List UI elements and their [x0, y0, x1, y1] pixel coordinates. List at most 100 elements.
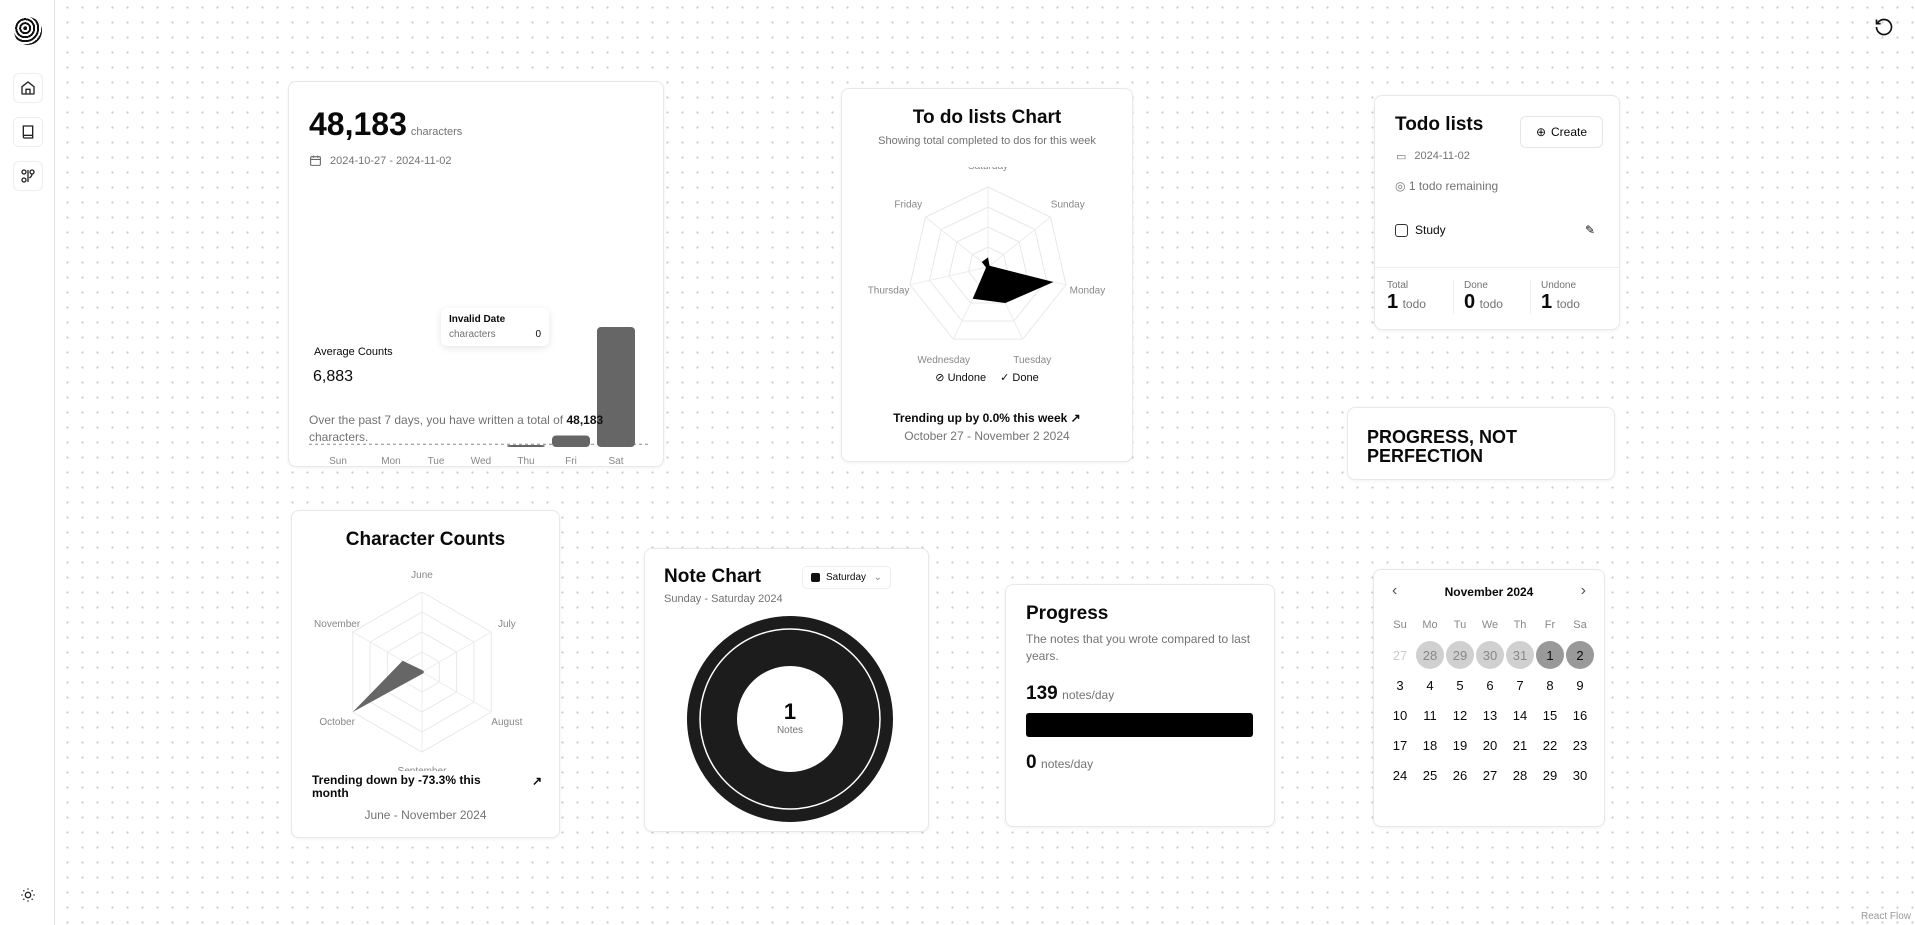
stat-label: Total — [1387, 280, 1409, 291]
logo-icon[interactable] — [14, 17, 42, 45]
calendar-day[interactable]: 7 — [1505, 670, 1535, 700]
todo-checkbox[interactable] — [1395, 223, 1408, 237]
calendar-day[interactable]: 31 — [1505, 640, 1535, 670]
calendar-day[interactable]: 28 — [1415, 640, 1445, 670]
note-chart-card: Note Chart Sunday - Saturday 2024 Saturd… — [644, 548, 929, 832]
calendar-day[interactable]: 1 — [1535, 640, 1565, 670]
todo-label: Study — [1415, 223, 1446, 237]
todo-chart-subtitle: Showing total completed to dos for this … — [878, 135, 1096, 147]
calendar-day[interactable]: 23 — [1565, 730, 1595, 760]
calendar-month: November 2024 — [1444, 585, 1534, 599]
progress-description: The notes that you wrote compared to las… — [1026, 632, 1251, 663]
sun-icon — [21, 888, 35, 902]
calendar-day[interactable]: 15 — [1535, 700, 1565, 730]
calendar-day[interactable]: 22 — [1535, 730, 1565, 760]
calendar-day[interactable]: 2 — [1565, 640, 1595, 670]
x-tick-label: Fri — [565, 456, 577, 467]
calendar-day[interactable]: 26 — [1445, 760, 1475, 790]
todo-trend-text: Trending up by 0.0% this week — [893, 411, 1068, 425]
sidebar-item-home[interactable] — [13, 73, 43, 103]
donut-center: 1 Notes — [685, 699, 895, 736]
calendar-icon: ▭ — [1396, 151, 1407, 163]
radar-axis-label: Thursday — [868, 286, 910, 297]
calendar-day[interactable]: 21 — [1505, 730, 1535, 760]
calendar-day[interactable]: 27 — [1475, 760, 1505, 790]
sidebar — [0, 0, 55, 925]
react-flow-attribution[interactable]: React Flow — [1861, 911, 1911, 922]
avg-label: Average Counts — [314, 346, 393, 358]
note-chart-subtitle: Sunday - Saturday 2024 — [664, 593, 783, 605]
create-button[interactable]: ⊕ Create — [1520, 116, 1603, 148]
sidebar-item-compare[interactable] — [13, 161, 43, 191]
calendar-day[interactable]: 29 — [1445, 640, 1475, 670]
check-circle-icon: ◎ — [1395, 179, 1406, 193]
tooltip-title: Invalid Date — [449, 314, 506, 325]
calendar-day[interactable]: 30 — [1475, 640, 1505, 670]
char-trend: Trending down by -73.3% this month ↗ — [312, 774, 542, 800]
todo-lists-card: Todo lists ⊕ Create ▭ 2024-11-02 ◎ 1 todo … — [1374, 95, 1620, 330]
calendar-grid: Su Mo Tu We Th Fr Sa 27 28 29 30 31 1 2 3 4 5 6 7 8 9 10 11 12 1… — [1385, 610, 1595, 790]
tooltip-value: 0 — [535, 329, 541, 340]
summary-prefix: Over the past 7 days, you have written a… — [309, 413, 564, 427]
calendar-day[interactable]: 24 — [1385, 760, 1415, 790]
calendar-day[interactable]: 25 — [1415, 760, 1445, 790]
calendar-day[interactable]: 16 — [1565, 700, 1595, 730]
calendar-day[interactable]: 3 — [1385, 670, 1415, 700]
sidebar-item-book[interactable] — [13, 117, 43, 147]
stat-label: Undone — [1541, 280, 1577, 291]
todo-trend: Trending up by 0.0% this week ↗ — [842, 411, 1132, 425]
git-compare-icon — [21, 169, 35, 183]
todo-stats: Total 1 todo Done 0 todo Undone 1 todo — [1375, 267, 1619, 314]
calendar-day[interactable]: 19 — [1445, 730, 1475, 760]
radar-axis-label: November — [314, 619, 361, 630]
create-label: Create — [1551, 125, 1588, 139]
weekday-header: Sa — [1573, 619, 1587, 631]
previous-value: 0 — [1026, 752, 1037, 773]
theme-toggle[interactable] — [13, 880, 43, 910]
calendar-day[interactable]: 30 — [1565, 760, 1595, 790]
x-tick-label: Tue — [428, 456, 445, 467]
summary: Over the past 7 days, you have written a… — [309, 412, 639, 446]
radar-axis-label: Wednesday — [917, 355, 970, 366]
radar-spoke — [909, 266, 989, 286]
todo-chart-card: To do lists Chart Showing total complete… — [841, 88, 1133, 462]
calendar-day[interactable]: 8 — [1535, 670, 1565, 700]
radar-spoke — [925, 216, 989, 268]
next-month-button[interactable]: › — [1581, 582, 1586, 600]
stat-value: 0 — [1464, 291, 1476, 313]
calendar-day[interactable]: 11 — [1415, 700, 1445, 730]
calendar-day[interactable]: 17 — [1385, 730, 1415, 760]
calendar-day[interactable]: 13 — [1475, 700, 1505, 730]
reset-icon[interactable] — [1874, 17, 1894, 37]
legend-done: ✓ Done — [1000, 372, 1039, 384]
chevron-down-icon: ⌄ — [873, 572, 882, 583]
stat-undone: Undone 1 todo — [1530, 280, 1607, 314]
todo-radar-chart: Saturday Friday Thursday Wednesday Tuesday Mo… — [868, 167, 1106, 366]
calendar-day[interactable]: 4 — [1415, 670, 1445, 700]
todo-lists-title: Todo lists — [1395, 114, 1484, 135]
calendar-day[interactable]: 27 — [1385, 640, 1415, 670]
calendar-day[interactable]: 28 — [1505, 760, 1535, 790]
calendar-day[interactable]: 18 — [1415, 730, 1445, 760]
day-select[interactable]: Saturday ⌄ — [802, 566, 891, 589]
calendar-card: ‹ November 2024 › Su Mo Tu We Th Fr Sa 27 28 29 30… — [1373, 569, 1605, 827]
x-tick-label: Mon — [381, 456, 400, 467]
weekday-header: Th — [1513, 619, 1527, 631]
radar-axis-label: August — [491, 717, 522, 728]
todo-item: Study ✎ — [1395, 223, 1595, 237]
calendar-day[interactable]: 5 — [1445, 670, 1475, 700]
calendar-day[interactable]: 9 — [1565, 670, 1595, 700]
calendar-day[interactable]: 14 — [1505, 700, 1535, 730]
radar-axis-label: Sunday — [1051, 199, 1085, 210]
pencil-icon[interactable]: ✎ — [1585, 223, 1595, 237]
calendar-day[interactable]: 29 — [1535, 760, 1565, 790]
weekday-header: We — [1481, 619, 1499, 631]
calendar-day[interactable]: 6 — [1475, 670, 1505, 700]
unit-label: characters — [410, 126, 463, 138]
calendar-day[interactable]: 20 — [1475, 730, 1505, 760]
calendar-day[interactable]: 12 — [1445, 700, 1475, 730]
summary-value: 48,183 — [566, 413, 604, 427]
calendar-day[interactable]: 10 — [1385, 700, 1415, 730]
radar-axis-label: September — [398, 766, 448, 771]
x-tick-label: Sun — [329, 456, 347, 467]
